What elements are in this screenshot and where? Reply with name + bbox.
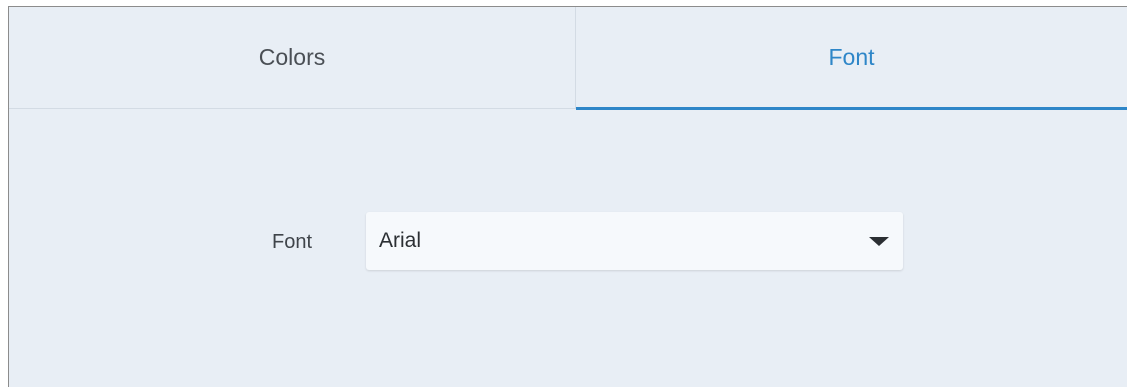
tab-font[interactable]: Font	[576, 7, 1127, 110]
tab-bar: Colors Font	[9, 7, 1127, 110]
font-field-label: Font	[272, 231, 313, 253]
tab-colors[interactable]: Colors	[9, 7, 576, 108]
chevron-down-icon[interactable]	[869, 237, 889, 246]
font-select[interactable]: Arial	[366, 212, 903, 270]
tab-font-label: Font	[828, 44, 875, 70]
font-select-value: Arial	[379, 229, 422, 252]
tab-colors-label: Colors	[258, 44, 326, 70]
font-form-row: Font Arial	[9, 212, 1127, 272]
active-tab-indicator	[576, 107, 1127, 110]
settings-panel: Colors Font Font Arial	[8, 6, 1127, 387]
